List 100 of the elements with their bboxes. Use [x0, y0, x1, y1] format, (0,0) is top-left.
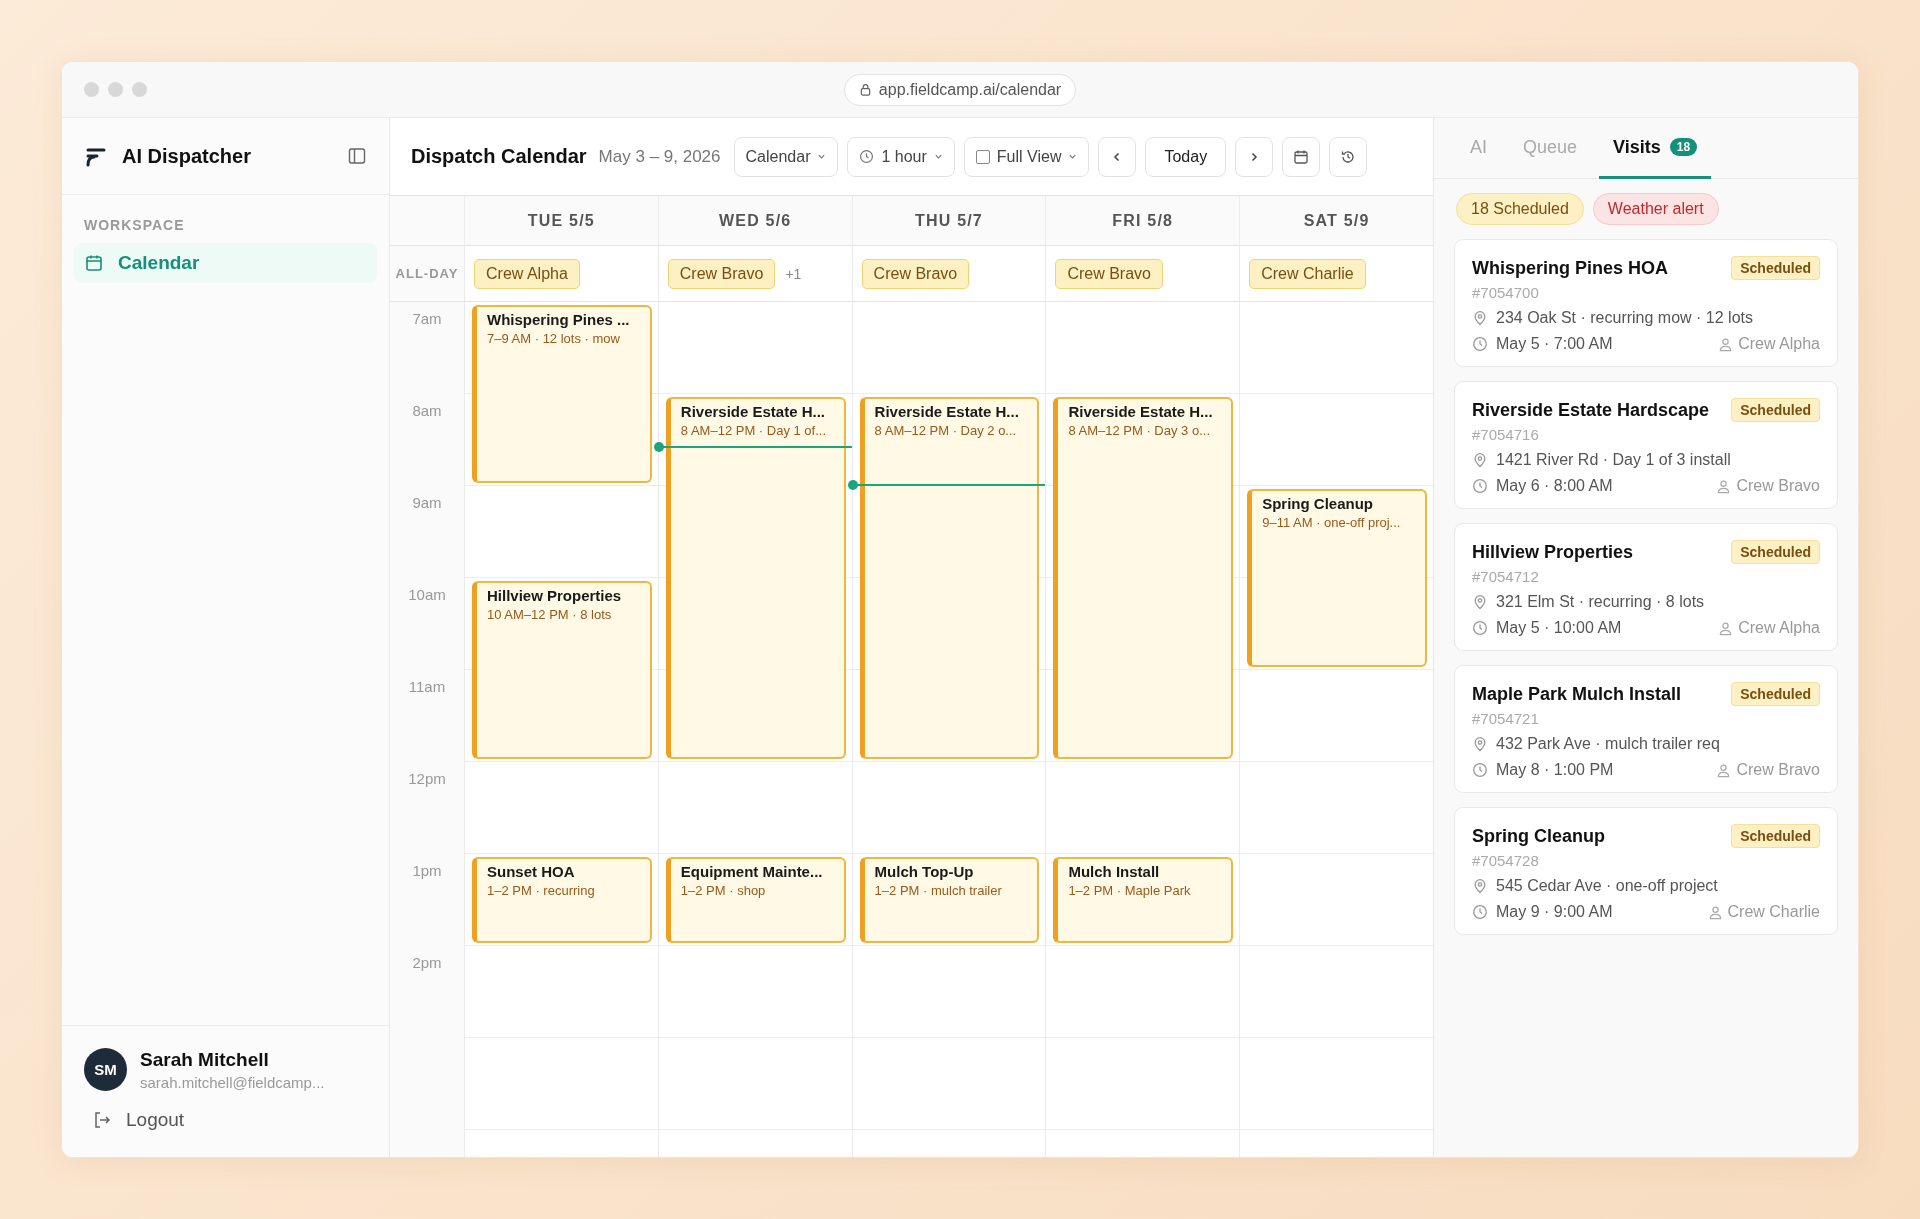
chevron-down-icon	[1068, 152, 1078, 161]
visit-id: #7054721	[1472, 710, 1540, 727]
crew-chip[interactable]: Crew Bravo	[667, 258, 776, 289]
event-detail: 8 AM–12 PM · Day 1 of...	[680, 423, 828, 439]
next-button[interactable]	[1235, 136, 1274, 177]
day-header: THU 5/7	[915, 211, 983, 230]
location-pin-icon	[1472, 594, 1488, 610]
user-email: sarah.mitchell@fieldcamp...	[140, 1073, 325, 1091]
status-badge: Scheduled	[1731, 540, 1820, 564]
chevron-down-icon	[817, 152, 827, 161]
hour-label: 9am	[412, 494, 442, 511]
visit-card[interactable]: Maple Park Mulch Install Scheduled #7054721 432 Park Ave · mulch trailer req May 8 · 1:00 PM Crew Bravo	[1454, 665, 1838, 793]
history-button[interactable]	[1329, 136, 1368, 177]
count-badge: 18	[1669, 138, 1698, 156]
person-icon	[1716, 762, 1732, 778]
crew-name: Crew Alpha	[1738, 619, 1820, 637]
crew-chip[interactable]: Crew Bravo	[861, 258, 970, 289]
app-title: AI Dispatcher	[122, 144, 252, 168]
visit-time: May 9 · 9:00 AM	[1496, 903, 1613, 921]
user-name: Sarah Mitchell	[140, 1048, 270, 1071]
hour-label: 2pm	[412, 954, 442, 971]
visit-card[interactable]: Riverside Estate Hardscape Scheduled #7054716 1421 River Rd · Day 1 of 3 install May 6 · 8:00 AM Crew Bravo	[1454, 381, 1838, 509]
more-count[interactable]: +1	[785, 265, 802, 282]
history-icon	[1340, 148, 1357, 165]
visit-card[interactable]: Whispering Pines HOA Scheduled #7054700 234 Oak St · recurring mow · 12 lots May 5 · 7:00 AM Crew Alpha	[1454, 239, 1838, 367]
visit-id: #7054712	[1472, 568, 1540, 585]
window-control[interactable]	[108, 82, 123, 97]
calendar-event[interactable]: Whispering Pines ... 7–9 AM · 12 lots · mow	[472, 305, 652, 483]
visit-title: Hillview Properties	[1472, 541, 1634, 563]
logout-link[interactable]: Logout	[62, 1101, 389, 1157]
sidebar-item[interactable]: Calendar	[74, 243, 377, 283]
status-badge: Scheduled	[1731, 256, 1820, 280]
day-header: FRI 5/8	[1112, 211, 1174, 230]
today-button[interactable]: Today	[1145, 136, 1227, 177]
calendar-event[interactable]: Riverside Estate H... 8 AM–12 PM · Day 1 of...	[665, 397, 846, 759]
calendar-event[interactable]: Mulch Top-Up 1–2 PM · mulch trailer	[859, 857, 1040, 943]
panel-tab[interactable]: Visits 18	[1599, 118, 1712, 179]
clock-icon	[1472, 620, 1488, 636]
hour-label: 12pm	[408, 770, 446, 787]
calendar-event[interactable]: Spring Cleanup 9–11 AM · one-off proj...	[1247, 489, 1427, 667]
clock-icon	[1472, 904, 1488, 920]
page-title: Dispatch Calendar	[411, 145, 587, 168]
person-icon	[1718, 620, 1734, 636]
event-detail: 1–2 PM · mulch trailer	[874, 883, 1003, 899]
event-title: Sunset HOA	[487, 863, 576, 881]
crew-chip[interactable]: Crew Bravo	[1055, 258, 1163, 289]
window-control[interactable]	[84, 82, 99, 97]
hour-label: 7am	[412, 310, 442, 327]
event-title: Mulch Install	[1068, 863, 1161, 881]
event-detail: 8 AM–12 PM · Day 3 o...	[1068, 423, 1211, 439]
calendar-icon	[84, 253, 104, 273]
status-badge: Scheduled	[1731, 682, 1820, 706]
interval-dropdown[interactable]: 1 hour	[847, 136, 955, 177]
visit-address: 545 Cedar Ave · one-off project	[1496, 877, 1718, 895]
visit-id: #7054700	[1472, 284, 1540, 301]
visit-title: Maple Park Mulch Install	[1472, 683, 1682, 705]
event-detail: 7–9 AM · 12 lots · mow	[487, 331, 621, 347]
date-picker-button[interactable]	[1282, 136, 1321, 177]
calendar-event[interactable]: Sunset HOA 1–2 PM · recurring	[472, 857, 652, 943]
visit-time: May 6 · 8:00 AM	[1496, 477, 1613, 495]
visit-address: 234 Oak St · recurring mow · 12 lots	[1496, 309, 1753, 327]
filter-chip[interactable]: 18 Scheduled	[1456, 193, 1584, 225]
calendar-event[interactable]: Riverside Estate H... 8 AM–12 PM · Day 2 o...	[859, 397, 1040, 759]
visit-card[interactable]: Hillview Properties Scheduled #7054712 321 Elm St · recurring · 8 lots May 5 · 10:00 AM Crew Alpha	[1454, 523, 1838, 651]
window-control[interactable]	[132, 82, 147, 97]
calendar-event[interactable]: Hillview Properties 10 AM–12 PM · 8 lots	[472, 581, 652, 759]
address-bar[interactable]: app.fieldcamp.ai/calendar	[843, 73, 1077, 106]
crew-name: Crew Charlie	[1727, 903, 1820, 921]
crew-chip[interactable]: Crew Charlie	[1249, 258, 1366, 289]
event-title: Riverside Estate H...	[1068, 403, 1214, 421]
visit-time: May 8 · 1:00 PM	[1496, 761, 1614, 779]
event-title: Hillview Properties	[487, 587, 623, 605]
calendar-event[interactable]: Mulch Install 1–2 PM · Maple Park	[1053, 857, 1234, 943]
crew-name: Crew Bravo	[1736, 761, 1820, 779]
visit-time: May 5 · 7:00 AM	[1496, 335, 1613, 353]
calendar-icon	[1293, 148, 1310, 165]
event-detail: 1–2 PM · shop	[680, 883, 767, 899]
full-view-toggle[interactable]: Full View	[963, 136, 1090, 177]
clock-icon	[1472, 336, 1488, 352]
date-range: May 3 – 9, 2026	[598, 146, 721, 167]
view-dropdown[interactable]: Calendar	[733, 136, 839, 177]
visit-card[interactable]: Spring Cleanup Scheduled #7054728 545 Cedar Ave · one-off project May 9 · 9:00 AM Crew Charlie	[1454, 807, 1838, 935]
calendar-event[interactable]: Equipment Mainte... 1–2 PM · shop	[665, 857, 846, 943]
filter-chip[interactable]: Weather alert	[1592, 193, 1719, 225]
event-detail: 1–2 PM · Maple Park	[1068, 883, 1192, 899]
clock-icon	[1472, 762, 1488, 778]
crew-name: Crew Bravo	[1736, 477, 1820, 495]
previous-button[interactable]	[1098, 136, 1137, 177]
location-pin-icon	[1472, 310, 1488, 326]
sidebar-toggle-icon[interactable]	[347, 146, 367, 166]
event-title: Whispering Pines ...	[487, 311, 631, 329]
event-detail: 9–11 AM · one-off proj...	[1262, 515, 1402, 531]
status-badge: Scheduled	[1731, 824, 1820, 848]
event-title: Spring Cleanup	[1262, 495, 1375, 513]
event-detail: 8 AM–12 PM · Day 2 o...	[874, 423, 1018, 439]
crew-chip[interactable]: Crew Alpha	[474, 258, 580, 289]
calendar-event[interactable]: Riverside Estate H... 8 AM–12 PM · Day 3 o...	[1053, 397, 1234, 759]
checkbox[interactable]	[975, 149, 990, 164]
hour-label: 8am	[412, 402, 442, 419]
all-day-label: ALL-DAY	[395, 266, 459, 281]
